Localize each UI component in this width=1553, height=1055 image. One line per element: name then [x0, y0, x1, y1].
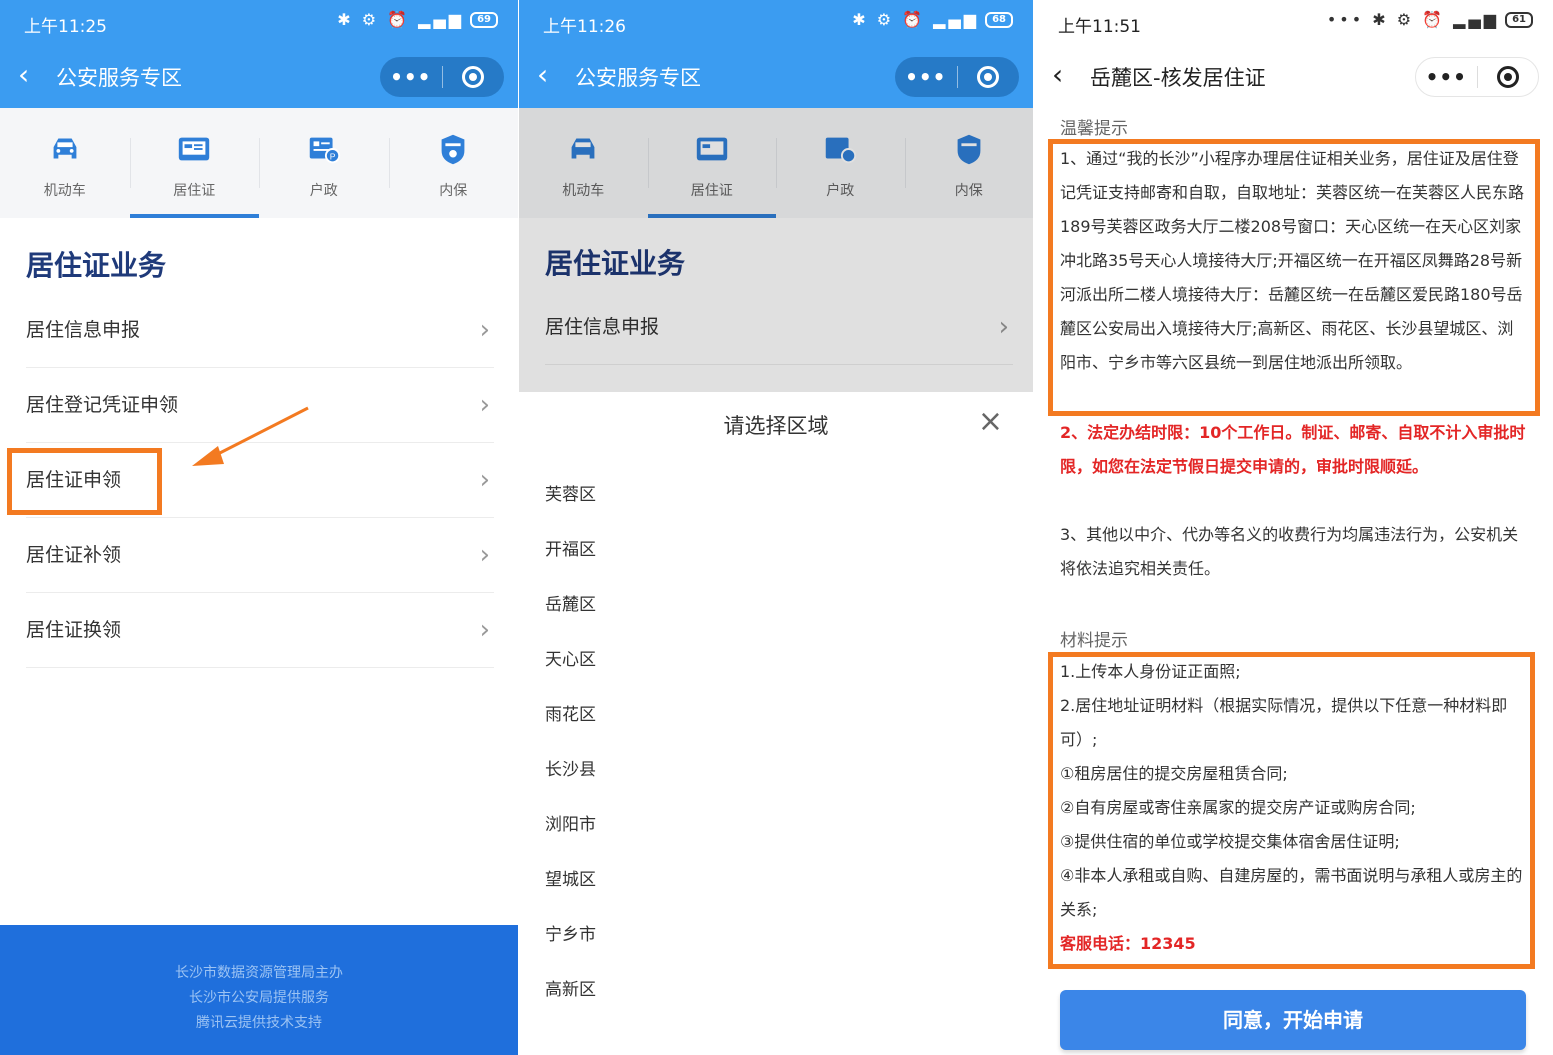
nav-title: 岳麓区-核发居住证	[1090, 66, 1266, 90]
pointer-arrow-icon	[192, 406, 309, 466]
menu-label: 居住证补领	[26, 544, 122, 566]
tab-vehicle[interactable]: 机动车	[0, 108, 130, 218]
more-options-button[interactable]: •••	[895, 65, 957, 89]
chevron-right-icon: ›	[479, 315, 490, 345]
highlight-box	[1048, 139, 1540, 416]
target-icon	[1496, 66, 1519, 88]
region-picker-sheet: 请选择区域 × 芙蓉区 开福区 岳麓区 天心区 雨花区 长沙县 浏阳市 望城区 …	[519, 392, 1033, 1055]
battery-icon: 61	[1505, 11, 1533, 28]
police-badge-icon	[441, 134, 465, 165]
region-option[interactable]: 浏阳市	[545, 810, 596, 835]
screen-region-picker: 上午11:26 ✱ ⚙ ⏰ ▂▄▆ 68 ‹ 公安服务专区 ••• 机动车 居住…	[519, 0, 1033, 1055]
status-time: 上午11:26	[543, 17, 626, 37]
agree-start-button[interactable]: 同意，开始申请	[1060, 990, 1526, 1050]
modal-dim-overlay[interactable]	[519, 108, 1033, 392]
mini-program-capsule: •••	[380, 57, 504, 97]
chevron-right-icon: ›	[479, 540, 490, 570]
close-miniprogram-button[interactable]	[1477, 66, 1538, 88]
status-time: 上午11:25	[24, 17, 107, 37]
back-arrow-icon[interactable]: ‹	[18, 60, 29, 90]
region-option[interactable]: 宁乡市	[545, 920, 596, 945]
status-time: 上午11:51	[1058, 17, 1141, 37]
region-option[interactable]: 高新区	[545, 975, 596, 1000]
close-miniprogram-button[interactable]	[957, 66, 1019, 88]
footer-line: 腾讯云提供技术支持	[196, 1015, 322, 1031]
footer-line: 长沙市数据资源管理局主办	[175, 965, 343, 981]
target-icon	[977, 66, 1000, 88]
mini-program-capsule: •••	[895, 57, 1019, 97]
screen-permit-notice: 上午11:51 ••• ✱ ⚙ ⏰ ▂▄▆ 61 ‹ 岳麓区-核发居住证 •••…	[1034, 0, 1553, 1055]
tab-label: 机动车	[43, 183, 86, 199]
close-miniprogram-button[interactable]	[442, 66, 504, 88]
id-card-icon	[179, 137, 210, 161]
svg-text:P: P	[329, 151, 335, 161]
highlight-box	[1048, 652, 1535, 969]
household-card-icon: P	[309, 137, 340, 164]
highlight-box	[7, 448, 162, 515]
status-icons: ✱ ⚙ ⏰ ▂▄▆ 68	[852, 10, 1013, 29]
sheet-title: 请选择区域	[723, 414, 829, 438]
menu-item-permit-reissue[interactable]: 居住证补领 ›	[26, 518, 494, 593]
tab-household[interactable]: P 户政	[259, 108, 389, 218]
tab-label: 居住证	[173, 183, 216, 199]
tip-processing-time: 2、法定办结时限：10个工作日。制证、邮寄、自取不计入审批时限，如您在法定节假日…	[1060, 416, 1528, 484]
more-options-button[interactable]: •••	[380, 65, 442, 89]
menu-item-residence-info[interactable]: 居住信息申报 ›	[26, 293, 494, 368]
chevron-right-icon: ›	[479, 390, 490, 420]
chevron-right-icon: ›	[479, 615, 490, 645]
battery-icon: 68	[985, 11, 1013, 28]
back-arrow-icon[interactable]: ‹	[537, 60, 548, 90]
nav-title: 公安服务专区	[575, 66, 701, 90]
header-bar: 上午11:25 ✱ ⚙ ⏰ ▂▄▆ 69 ‹ 公安服务专区 •••	[0, 0, 518, 108]
header-bar: 上午11:51 ••• ✱ ⚙ ⏰ ▂▄▆ 61 ‹ 岳麓区-核发居住证 •••	[1034, 0, 1553, 108]
category-tabs: 机动车 居住证 P 户政 内保	[0, 108, 518, 218]
status-icons: ••• ✱ ⚙ ⏰ ▂▄▆ 61	[1327, 10, 1533, 29]
tab-internal-security[interactable]: 内保	[388, 108, 519, 218]
chevron-right-icon: ›	[479, 465, 490, 495]
footer-line: 长沙市公安局提供服务	[189, 990, 329, 1006]
more-options-button[interactable]: •••	[1416, 65, 1477, 89]
tab-residence-permit[interactable]: 居住证	[129, 108, 260, 218]
tab-label: 户政	[309, 183, 338, 199]
mini-program-capsule: •••	[1415, 57, 1539, 97]
region-option[interactable]: 芙蓉区	[545, 480, 596, 505]
tips-heading: 温馨提示	[1060, 119, 1128, 139]
region-option[interactable]: 长沙县	[545, 755, 596, 780]
tab-label: 内保	[439, 183, 468, 199]
materials-heading: 材料提示	[1060, 631, 1128, 651]
battery-icon: 69	[470, 11, 498, 28]
tip-fraud-warning: 3、其他以中介、代办等名义的收费行为均属违法行为，公安机关将依法追究相关责任。	[1060, 525, 1519, 578]
header-bar: 上午11:26 ✱ ⚙ ⏰ ▂▄▆ 68 ‹ 公安服务专区 •••	[519, 0, 1033, 108]
screen-residence-permit-menu: 上午11:25 ✱ ⚙ ⏰ ▂▄▆ 69 ‹ 公安服务专区 ••• 机动车 居住…	[0, 0, 518, 1055]
region-option[interactable]: 岳麓区	[545, 590, 596, 615]
region-option[interactable]: 雨花区	[545, 700, 596, 725]
warning-text: 2、法定办结时限：10个工作日。制证、邮寄、自取不计入审批时限，如您在法定节假日…	[1060, 423, 1526, 476]
section-title: 居住证业务	[26, 249, 167, 282]
footer: 长沙市数据资源管理局主办 长沙市公安局提供服务 腾讯云提供技术支持	[0, 925, 518, 1055]
menu-item-permit-renew[interactable]: 居住证换领 ›	[26, 593, 494, 668]
close-icon[interactable]: ×	[978, 404, 1003, 439]
region-option[interactable]: 开福区	[545, 535, 596, 560]
target-icon	[462, 66, 485, 88]
region-option[interactable]: 天心区	[545, 645, 596, 670]
menu-label: 居住信息申报	[26, 319, 141, 341]
menu-label: 居住证换领	[26, 619, 122, 641]
car-icon	[53, 138, 77, 159]
back-arrow-icon[interactable]: ‹	[1052, 60, 1063, 90]
nav-title: 公安服务专区	[56, 66, 182, 90]
region-option[interactable]: 望城区	[545, 865, 596, 890]
status-icons: ✱ ⚙ ⏰ ▂▄▆ 69	[337, 10, 498, 29]
menu-label: 居住登记凭证申领	[26, 394, 179, 416]
